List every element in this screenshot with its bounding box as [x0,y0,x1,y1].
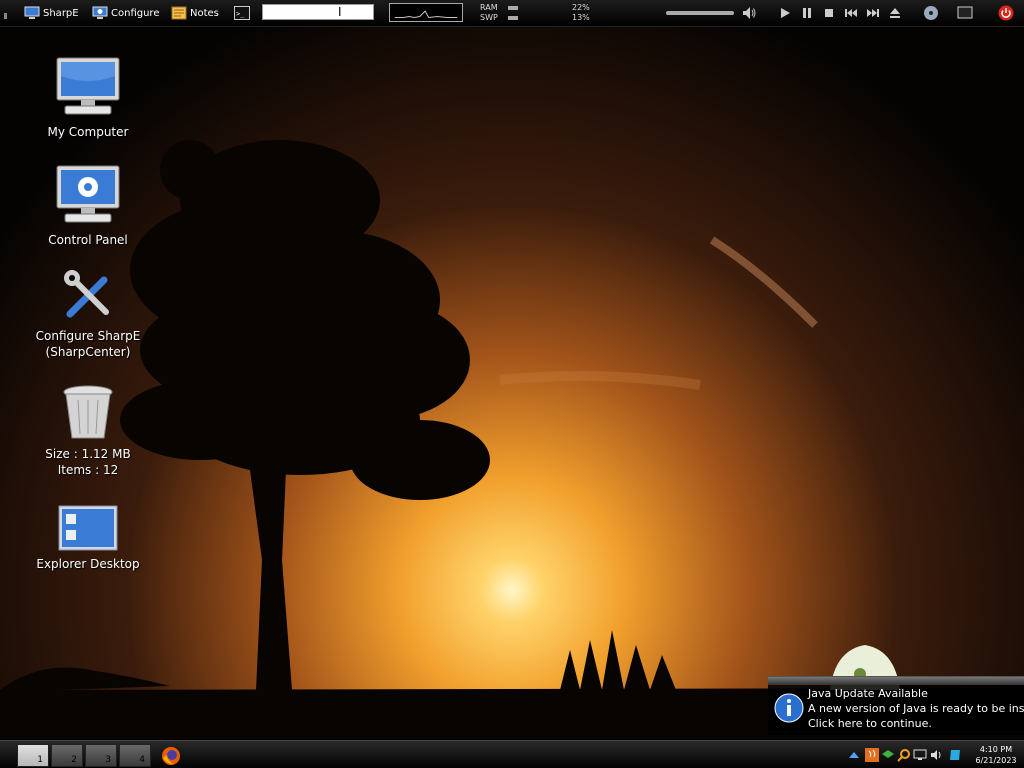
speaker-icon[interactable] [930,748,944,762]
ram-percent: 22% [572,3,590,12]
control-panel-label: Control Panel [48,233,128,247]
clock-date: 6/21/2023 [975,756,1017,765]
ram-label: RAM [480,3,498,12]
terminal-icon: >_ [234,6,250,20]
my-computer-desktop-icon[interactable]: My Computer [23,56,153,140]
power-icon[interactable] [998,5,1014,21]
sharpe-launcher[interactable]: SharpE [24,5,79,21]
trash-items: Items : 12 [57,463,119,477]
volume-slider[interactable] [666,11,734,15]
control-panel-desktop-icon[interactable]: Control Panel [23,164,153,248]
workspace-1-label: 1 [37,755,43,765]
monitor-icon[interactable] [913,748,927,762]
workspace-2-label: 2 [71,755,77,765]
trash-desktop-icon[interactable]: Size : 1.12 MB Items : 12 [23,382,153,478]
trash-size: Size : 1.12 MB [45,447,131,461]
toolbar-handle[interactable] [4,13,7,19]
notes-icon [171,6,187,20]
configure-launcher[interactable]: Configure [92,5,159,21]
next-icon[interactable] [865,5,881,21]
swp-usage-bar [508,16,518,20]
speaker-icon[interactable] [741,5,757,21]
up-arrow-icon[interactable] [847,748,861,762]
info-icon [774,693,804,723]
control-panel-icon [56,165,120,223]
text-cursor: I [338,5,342,19]
configure-label: Configure [111,7,160,19]
tools-icon [64,270,109,318]
workspace-4-label: 4 [139,755,145,765]
desktop-icon[interactable] [957,5,973,21]
my-computer-label: My Computer [47,125,129,139]
trash-icon [63,385,113,439]
network-icon[interactable] [881,748,895,762]
run-command-input[interactable] [262,4,374,20]
notes-launcher[interactable]: Notes [171,5,219,21]
swp-percent: 13% [572,13,590,22]
media-player-icon[interactable] [923,5,939,21]
clock[interactable]: 4:10 PM 6/21/2023 [970,744,1022,766]
notification-body: A new version of Java is ready to be ins… [808,702,1024,715]
configure-sharpe-label: Configure SharpE [35,329,141,343]
pause-icon[interactable] [799,5,815,21]
computer-icon [24,6,40,19]
configure-sharpe-desktop-icon[interactable]: Configure SharpE (SharpCenter) [23,268,153,360]
svg-text:>_: >_ [236,10,245,18]
firefox-icon[interactable] [161,746,181,766]
previous-icon[interactable] [843,5,859,21]
computer-icon [56,57,120,115]
explorer-desktop-label: Explorer Desktop [36,557,140,571]
notes-label: Notes [190,7,219,19]
configure-sharpe-sublabel: (SharpCenter) [45,345,131,359]
java-icon[interactable] [865,748,879,762]
notification-tab [768,677,1024,685]
notification-title: Java Update Available [808,687,928,700]
bottom-taskbar: 1 2 3 4 4:10 PM 6/21/2023 [0,740,1024,768]
desktop-wallpaper [0,0,1024,768]
play-icon[interactable] [777,5,793,21]
workspace-4-button[interactable]: 4 [119,744,151,767]
stop-icon[interactable] [821,5,837,21]
terminal-launcher[interactable]: >_ [234,5,250,21]
cpu-monitor-graph [389,3,463,22]
top-toolbar: SharpE Configure Notes >_ I RAM 22% SWP … [0,0,1024,27]
monitor-gear-icon [92,6,108,19]
eject-icon[interactable] [887,5,903,21]
workspace-3-button[interactable]: 3 [85,744,117,767]
workspace-3-label: 3 [105,755,111,765]
app-icon[interactable] [948,748,962,762]
explorer-desktop-image [58,505,118,551]
ram-usage-bar [508,6,518,10]
workspace-1-button[interactable]: 1 [17,744,49,767]
sharpe-label: SharpE [43,7,79,19]
notification-action[interactable]: Click here to continue. [808,717,932,730]
swp-label: SWP [480,13,498,22]
search-icon[interactable] [897,748,911,762]
explorer-desktop-icon[interactable]: Explorer Desktop [23,504,153,572]
clock-time: 4:10 PM [979,745,1013,754]
workspace-2-button[interactable]: 2 [51,744,83,767]
java-update-notification[interactable]: Java Update Available A new version of J… [768,676,1024,735]
